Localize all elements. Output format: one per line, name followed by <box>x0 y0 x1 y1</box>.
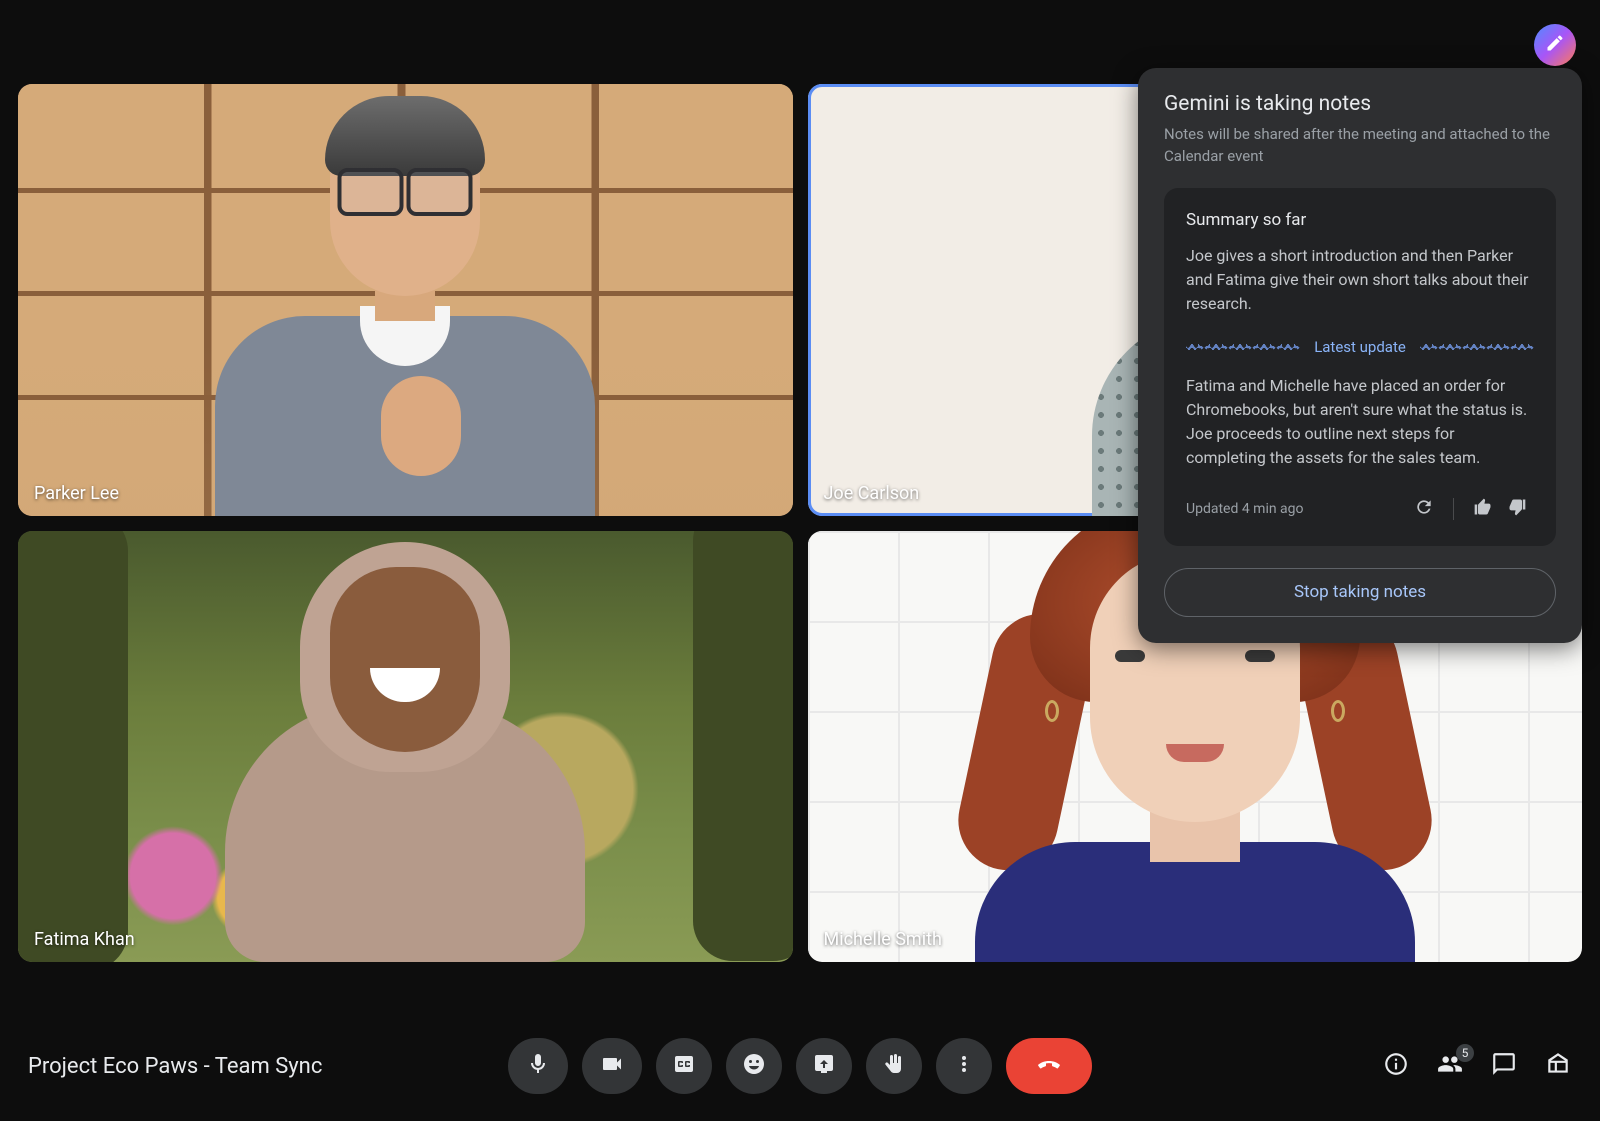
panel-subtitle: Notes will be shared after the meeting a… <box>1164 124 1556 168</box>
bottom-bar: Project Eco Paws - Team Sync <box>0 1011 1600 1121</box>
refresh-icon <box>1414 497 1434 521</box>
latest-update-label: Latest update <box>1314 338 1406 356</box>
captions-button[interactable] <box>656 1038 712 1094</box>
summary-text: Joe gives a short introduction and then … <box>1186 244 1534 316</box>
raise-hand-button[interactable] <box>866 1038 922 1094</box>
thumbs-down-button[interactable] <box>1500 492 1534 526</box>
pencil-spark-icon <box>1545 33 1565 57</box>
participant-name: Fatima Khan <box>34 929 135 950</box>
refresh-button[interactable] <box>1407 492 1441 526</box>
microphone-button[interactable] <box>508 1038 568 1094</box>
thumbs-down-icon <box>1507 497 1527 521</box>
latest-update-text: Fatima and Michelle have placed an order… <box>1186 374 1534 470</box>
participant-name: Michelle Smith <box>824 929 942 950</box>
emoji-icon <box>742 1052 766 1080</box>
panel-title: Gemini is taking notes <box>1164 92 1556 116</box>
participant-name: Parker Lee <box>34 483 119 504</box>
thumbs-up-button[interactable] <box>1466 492 1500 526</box>
people-button[interactable]: 5 <box>1436 1052 1464 1080</box>
captions-icon <box>672 1052 696 1080</box>
participant-tile[interactable]: Fatima Khan <box>18 531 793 963</box>
people-count-badge: 5 <box>1456 1044 1474 1062</box>
stop-taking-notes-button[interactable]: Stop taking notes <box>1164 568 1556 617</box>
more-options-button[interactable] <box>936 1038 992 1094</box>
updated-timestamp: Updated 4 min ago <box>1186 501 1407 517</box>
camera-icon <box>600 1052 624 1080</box>
activities-icon <box>1545 1051 1571 1081</box>
chat-button[interactable] <box>1490 1052 1518 1080</box>
right-side-icons: 5 <box>1382 1052 1572 1080</box>
thumbs-up-icon <box>1473 497 1493 521</box>
more-vertical-icon <box>952 1052 976 1080</box>
meeting-details-button[interactable] <box>1382 1052 1410 1080</box>
end-call-icon <box>1037 1052 1061 1080</box>
participant-name: Joe Carlson <box>824 483 920 504</box>
call-controls <box>508 1038 1092 1094</box>
reactions-button[interactable] <box>726 1038 782 1094</box>
info-icon <box>1383 1051 1409 1081</box>
summary-heading: Summary so far <box>1186 210 1534 230</box>
chat-icon <box>1491 1051 1517 1081</box>
meeting-title: Project Eco Paws - Team Sync <box>28 1054 322 1079</box>
raise-hand-icon <box>882 1052 906 1080</box>
squiggle-divider <box>1420 344 1534 350</box>
squiggle-divider <box>1186 344 1300 350</box>
microphone-icon <box>526 1052 550 1080</box>
summary-card: Summary so far Joe gives a short introdu… <box>1164 188 1556 546</box>
gemini-notes-panel: Gemini is taking notes Notes will be sha… <box>1138 68 1582 643</box>
present-screen-icon <box>812 1052 836 1080</box>
present-button[interactable] <box>796 1038 852 1094</box>
activities-button[interactable] <box>1544 1052 1572 1080</box>
camera-button[interactable] <box>582 1038 642 1094</box>
vertical-divider <box>1453 498 1454 520</box>
participant-tile[interactable]: Parker Lee <box>18 84 793 516</box>
gemini-fab[interactable] <box>1534 24 1576 66</box>
end-call-button[interactable] <box>1006 1038 1092 1094</box>
